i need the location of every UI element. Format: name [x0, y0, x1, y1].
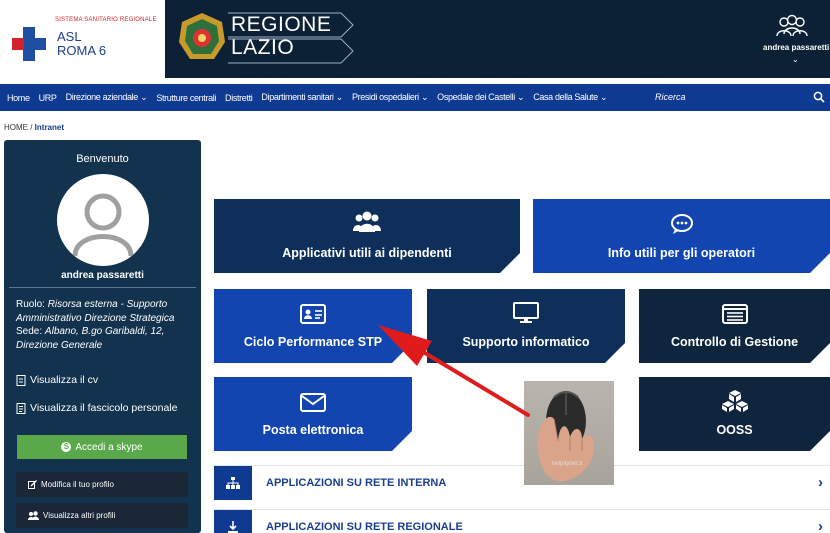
main-nav: Home URP Direzione aziendale ⌄ Strutture…: [0, 84, 830, 111]
intranet-page: SISTEMA SANITARIO REGIONALE ASL ROMA 6 R…: [0, 0, 830, 533]
profile-sidebar: Benvenuto andrea passaretti Ruolo: Risor…: [4, 140, 201, 533]
asl-cross-icon: [12, 27, 46, 61]
nav-item-casa-salute[interactable]: Casa della Salute ⌄: [533, 92, 607, 103]
tile-controllo-gestione[interactable]: Controllo di Gestione: [639, 289, 830, 363]
tile-ooss-label: OOSS: [716, 423, 753, 437]
nav-item-presidi[interactable]: Presidi ospedalieri ⌄: [352, 92, 429, 103]
watermark: helpitynet.it: [552, 461, 583, 467]
asl-subtitle: ROMA 6: [57, 43, 107, 58]
users-icon: [353, 211, 381, 232]
nav-item-strutture[interactable]: Strutture centrali: [156, 93, 216, 103]
chevron-down-icon[interactable]: ⌄: [792, 55, 799, 64]
breadcrumb-current: Intranet: [34, 123, 65, 132]
nav-item-dipartimenti[interactable]: Dipartimenti sanitari ⌄: [261, 92, 343, 103]
edit-icon: [28, 480, 37, 489]
profile-name: andrea passaretti: [61, 270, 144, 281]
chat-icon: [670, 214, 693, 234]
nav-item-direzione[interactable]: Direzione aziendale ⌄: [66, 92, 148, 103]
tile-applicativi-label: Applicativi utili ai dipendenti: [282, 246, 452, 260]
mouse-photo-overlay: helpitynet.it: [524, 381, 614, 485]
monitor-icon: [513, 302, 539, 323]
envelope-icon: [300, 393, 326, 412]
breadcrumb-home[interactable]: HOME: [4, 123, 28, 132]
breadcrumb: HOME / Intranet: [4, 123, 64, 132]
search-icon[interactable]: [813, 91, 825, 103]
tile-posta-elettronica-label: Posta elettronica: [262, 423, 364, 437]
asl-title: ASL: [57, 29, 82, 44]
nav-item-distretti[interactable]: Distretti: [225, 93, 253, 103]
document-icon: [16, 374, 26, 386]
tile-ciclo-performance[interactable]: Ciclo Performance STP: [214, 289, 412, 363]
welcome-title: Benvenuto: [76, 153, 129, 165]
view-cv-label: Visualizza il cv: [30, 374, 99, 386]
list-item-label: APPLICAZIONI SU RETE REGIONALE: [266, 521, 463, 533]
download-icon: [214, 510, 252, 533]
nav-item-home[interactable]: Home: [7, 93, 30, 103]
view-fascicolo-link[interactable]: Visualizza il fascicolo personale: [16, 402, 177, 414]
file-icon: [16, 402, 26, 414]
id-card-icon: [300, 304, 326, 324]
users-icon: [28, 511, 39, 520]
tile-corner: [810, 431, 830, 451]
header-user-name[interactable]: andrea passaretti: [763, 43, 829, 52]
edit-profile-label: Modifica il tuo profilo: [41, 480, 114, 489]
asl-supertitle: SISTEMA SANITARIO REGIONALE: [55, 17, 157, 23]
tile-supporto-informatico[interactable]: Supporto informatico: [427, 289, 625, 363]
nav-item-urp[interactable]: URP: [39, 93, 57, 103]
region-title: REGIONE: [231, 13, 332, 36]
tile-applicativi[interactable]: Applicativi utili ai dipendenti: [214, 199, 520, 273]
view-cv-link[interactable]: Visualizza il cv: [16, 374, 98, 386]
tile-corner: [500, 253, 520, 273]
user-icon: [72, 193, 134, 257]
tile-corner: [810, 253, 830, 273]
list-item-rete-interna[interactable]: APPLICAZIONI SU RETE INTERNA ›: [214, 465, 830, 500]
list-item-label: APPLICAZIONI SU RETE INTERNA: [266, 477, 447, 489]
skype-icon: S: [61, 442, 72, 452]
cubes-icon: [721, 390, 748, 412]
tile-controllo-gestione-label: Controllo di Gestione: [670, 335, 799, 349]
other-profiles-button[interactable]: Visualizza altri profili: [16, 503, 188, 528]
divider: [9, 287, 196, 288]
regione-emblem-icon: [179, 13, 225, 59]
edit-profile-button[interactable]: Modifica il tuo profilo: [16, 472, 188, 497]
view-fascicolo-label: Visualizza il fascicolo personale: [30, 402, 178, 414]
list-item-rete-regionale[interactable]: APPLICAZIONI SU RETE REGIONALE ›: [214, 509, 830, 533]
chevron-right-icon: ›: [818, 474, 823, 491]
tile-posta-elettronica[interactable]: Posta elettronica: [214, 377, 412, 451]
profile-info: Ruolo: Risorsa esterna - Supporto Ammini…: [16, 298, 196, 352]
nav-item-ospedale[interactable]: Ospedale dei Castelli ⌄: [437, 92, 524, 103]
list-icon: [721, 304, 748, 324]
sitemap-icon: [214, 466, 252, 500]
other-profiles-label: Visualizza altri profili: [43, 511, 116, 520]
tile-corner: [392, 343, 412, 363]
tile-corner: [810, 343, 830, 363]
users-icon[interactable]: [776, 14, 808, 38]
asl-logo-block[interactable]: SISTEMA SANITARIO REGIONALE ASL ROMA 6: [0, 0, 165, 78]
skype-button-label: Accedi a skype: [75, 441, 143, 453]
tile-supporto-informatico-label: Supporto informatico: [462, 335, 590, 349]
chevron-right-icon: ›: [818, 518, 823, 533]
tile-ooss[interactable]: OOSS: [639, 377, 830, 451]
tile-ciclo-performance-label: Ciclo Performance STP: [243, 335, 383, 349]
tile-corner: [605, 343, 625, 363]
region-subtitle: LAZIO: [231, 36, 295, 59]
breadcrumb-separator: /: [28, 123, 35, 132]
computer-mouse-icon: [537, 391, 595, 482]
tile-info-label: Info utili per gli operatori: [607, 246, 756, 260]
tile-info[interactable]: Info utili per gli operatori: [533, 199, 830, 273]
tile-corner: [392, 431, 412, 451]
avatar: [57, 174, 149, 266]
seat-label: Sede:: [16, 326, 45, 337]
skype-button[interactable]: S Accedi a skype: [17, 435, 187, 459]
search-input[interactable]: Ricerca: [655, 92, 686, 102]
role-label: Ruolo:: [16, 299, 48, 310]
